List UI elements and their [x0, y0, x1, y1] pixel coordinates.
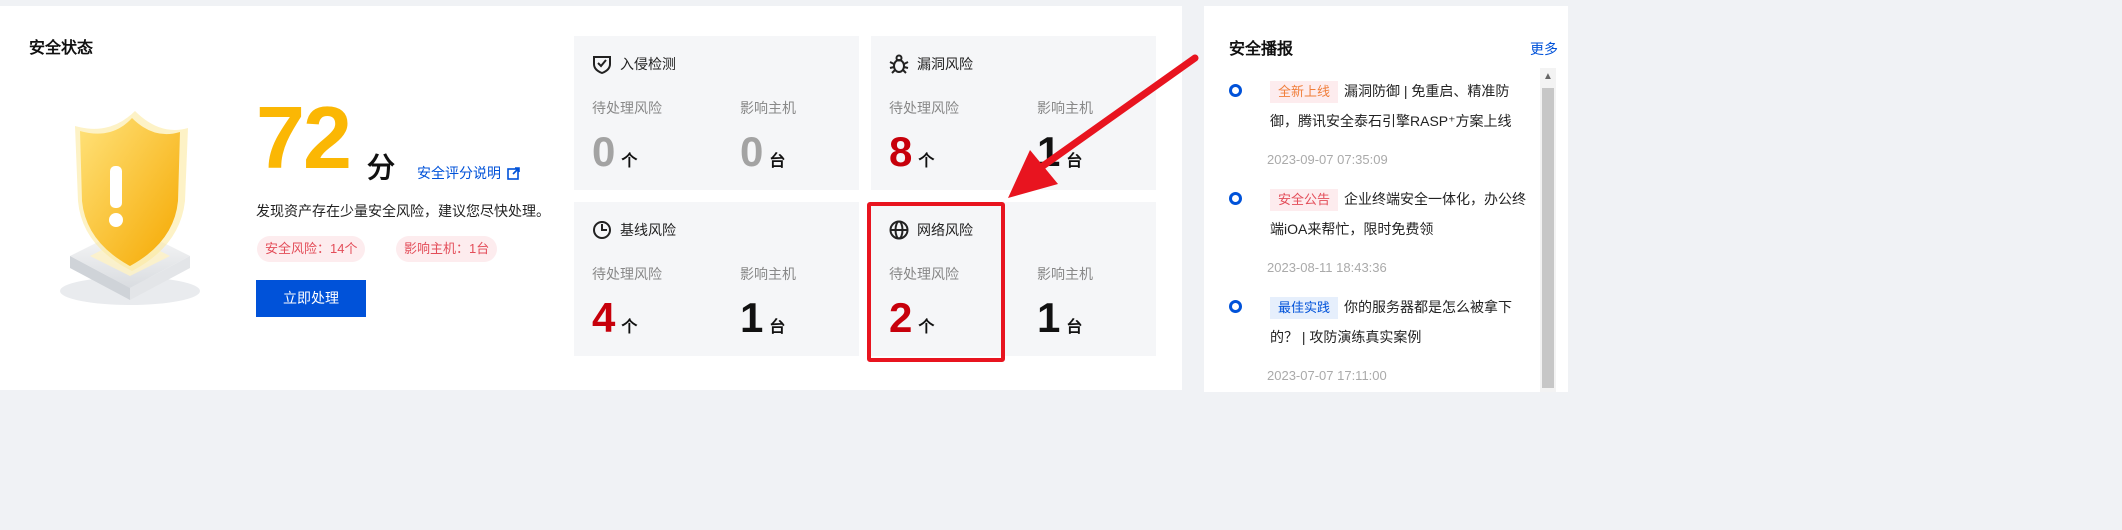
scroll-up-icon[interactable]: ▲	[1540, 68, 1556, 86]
pending-risk-value: 0 个	[592, 131, 637, 173]
pending-risk-label: 待处理风险	[592, 100, 662, 116]
affected-hosts-number: 1	[1037, 294, 1061, 341]
affected-hosts-number: 0	[740, 128, 764, 175]
affected-hosts-number: 1	[1037, 128, 1061, 175]
pending-risk-unit: 个	[918, 153, 935, 170]
host-count-tag: 影响主机：1台	[396, 236, 498, 262]
more-link[interactable]: 更多	[1530, 39, 1558, 59]
affected-hosts-label: 影响主机	[1037, 266, 1093, 282]
scrollbar-thumb[interactable]	[1542, 88, 1554, 388]
pending-risk-number: 4	[592, 294, 616, 341]
news-timestamp: 2023-08-11 18:43:36	[1267, 260, 1387, 275]
score-link-label: 安全评分说明	[417, 165, 501, 181]
affected-hosts-value: 1 台	[1037, 131, 1082, 173]
handle-now-button[interactable]: 立即处理	[256, 280, 366, 317]
affected-hosts-value: 1 台	[1037, 297, 1082, 339]
news-headline: 最佳实践 你的服务器都是怎么被拿下的？ | 攻防演练真实案例	[1270, 292, 1532, 352]
pending-risk-value: 4 个	[592, 297, 637, 339]
card-header: 漏洞风险	[889, 54, 973, 74]
news-scrollbar[interactable]: ▲	[1540, 68, 1556, 392]
news-timestamp: 2023-09-07 07:35:09	[1267, 152, 1388, 167]
news-timestamp: 2023-07-07 17:11:00	[1267, 368, 1387, 383]
pending-risk-number: 0	[592, 128, 616, 175]
timeline-dot-icon	[1229, 300, 1242, 313]
risk-count-tag: 安全风险：14个	[257, 236, 366, 262]
security-shield-illustration	[60, 111, 200, 305]
shield-check-icon	[593, 56, 611, 74]
bug-icon	[889, 54, 909, 74]
card-title: 基线风险	[620, 222, 676, 238]
card-baseline-risk[interactable]: 基线风险 待处理风险 影响主机 4 个 1 台	[574, 202, 859, 356]
pending-risk-label: 待处理风险	[889, 100, 959, 116]
affected-hosts-value: 1 台	[740, 297, 785, 339]
card-title: 入侵检测	[620, 56, 676, 72]
security-news-panel: 安全播报 更多 全新上线 漏洞防御 | 免重启、精准防御，腾讯安全泰石引擎RASP…	[1204, 6, 1568, 392]
news-tag: 安全公告	[1270, 189, 1339, 211]
affected-hosts-label: 影响主机	[740, 100, 796, 116]
card-title: 漏洞风险	[917, 56, 973, 72]
news-headline: 全新上线 漏洞防御 | 免重启、精准防御，腾讯安全泰石引擎RASP⁺方案上线	[1270, 76, 1532, 136]
external-link-icon	[507, 166, 520, 180]
affected-hosts-label: 影响主机	[1037, 100, 1093, 116]
pending-risk-number: 8	[889, 128, 913, 175]
annotation-highlight-box	[867, 202, 1005, 362]
clock-icon	[593, 221, 611, 239]
news-tag: 全新上线	[1270, 81, 1339, 103]
affected-hosts-value: 0 台	[740, 131, 785, 173]
card-vulnerability-risk[interactable]: 漏洞风险 待处理风险 影响主机 8 个 1 台	[871, 36, 1156, 190]
card-header: 基线风险	[592, 220, 676, 240]
pending-risk-label: 待处理风险	[592, 266, 662, 282]
affected-hosts-number: 1	[740, 294, 764, 341]
status-description: 发现资产存在少量安全风险，建议您尽快处理。	[256, 203, 550, 219]
pending-risk-unit: 个	[621, 319, 638, 336]
news-headline: 安全公告 企业终端安全一体化，办公终端iOA来帮忙，限时免费领	[1270, 184, 1532, 244]
pending-risk-unit: 个	[621, 153, 638, 170]
timeline-dot-icon	[1229, 192, 1242, 205]
affected-hosts-unit: 台	[1066, 153, 1083, 170]
news-tag: 最佳实践	[1270, 297, 1339, 319]
score-explanation-link[interactable]: 安全评分说明	[417, 163, 520, 183]
security-score: 72	[256, 88, 352, 187]
affected-hosts-unit: 台	[1066, 319, 1083, 336]
pending-risk-value: 8 个	[889, 131, 934, 173]
affected-hosts-unit: 台	[769, 153, 786, 170]
score-unit: 分	[367, 152, 396, 183]
news-title: 安全播报	[1229, 41, 1294, 58]
affected-hosts-label: 影响主机	[740, 266, 796, 282]
affected-hosts-unit: 台	[769, 319, 786, 336]
card-intrusion-detection[interactable]: 入侵检测 待处理风险 影响主机 0 个 0 台	[574, 36, 859, 190]
card-header: 入侵检测	[592, 54, 676, 74]
timeline-dot-icon	[1229, 84, 1242, 97]
panel-title: 安全状态	[29, 40, 94, 57]
